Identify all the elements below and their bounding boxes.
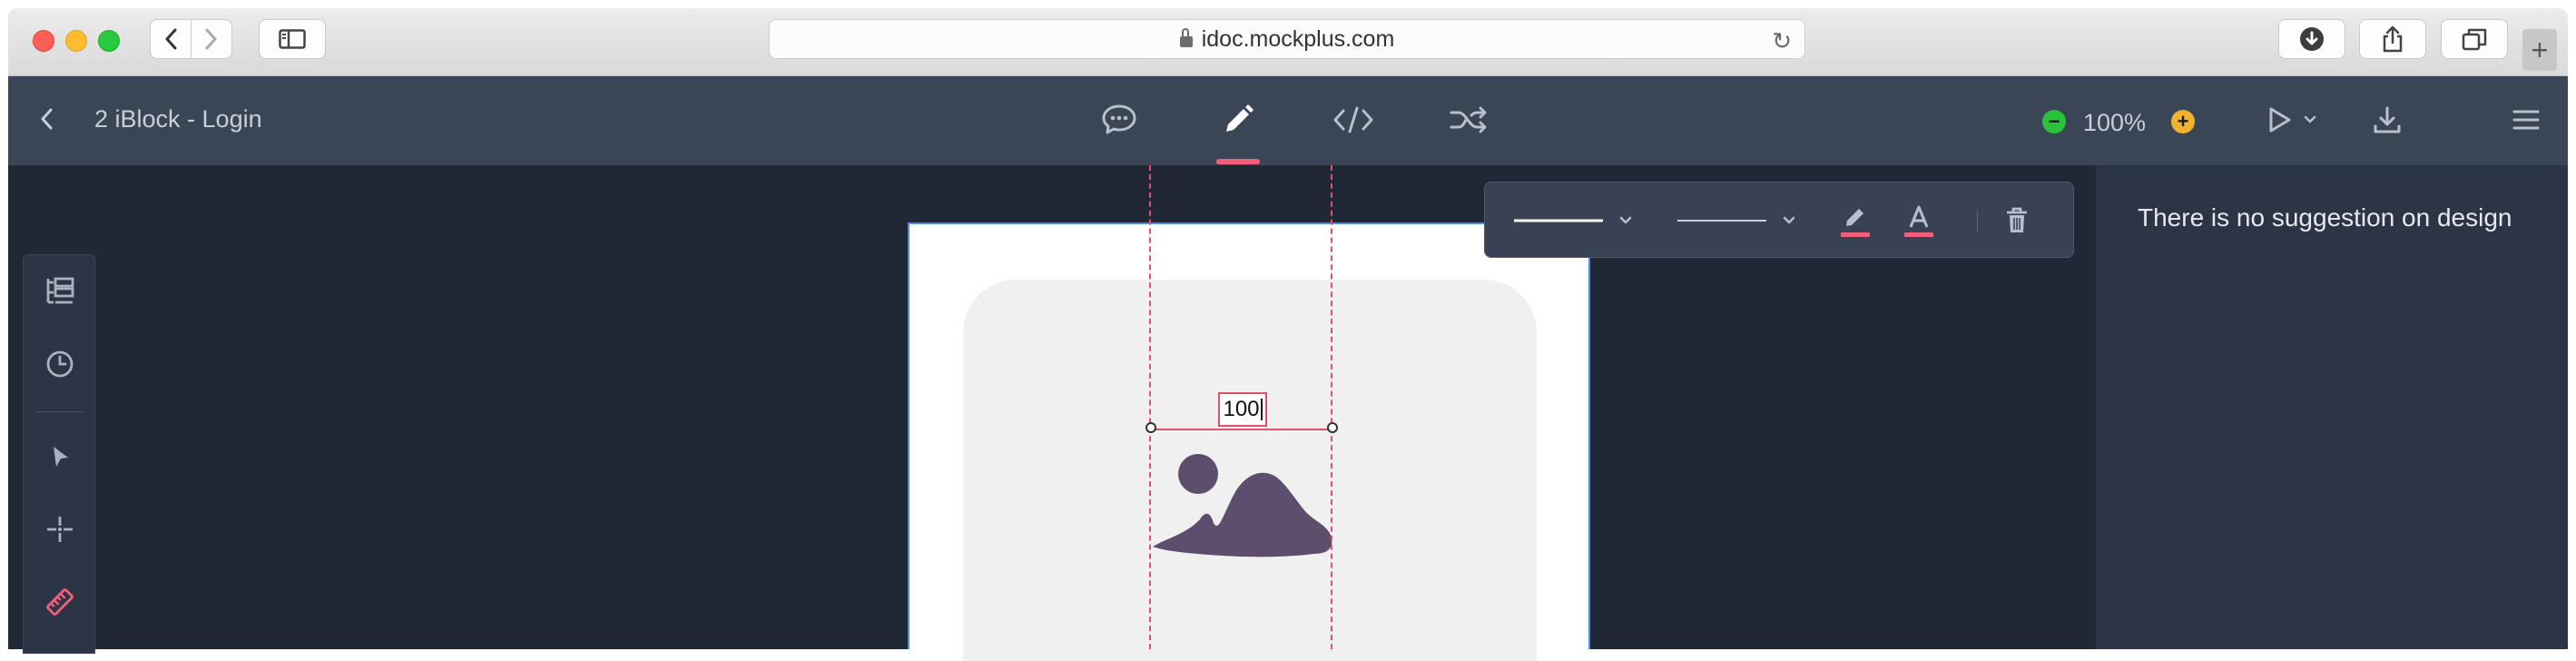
left-toolbar <box>23 254 95 654</box>
measure-handle-left[interactable] <box>1145 422 1156 433</box>
measure-guide-left <box>1149 165 1151 649</box>
browser-window: idoc.mockplus.com ↻ + 2 iBlock - Login −… <box>0 0 2576 661</box>
suggestion-panel: There is no suggestion on design <box>2096 165 2568 649</box>
tab-code[interactable] <box>1332 98 1375 142</box>
tabs-overview-button[interactable] <box>2441 19 2508 59</box>
layers-icon <box>46 277 74 304</box>
url-text: idoc.mockplus.com <box>1201 25 1395 52</box>
crosshair-tool-button[interactable] <box>42 511 78 548</box>
cursor-icon <box>54 447 68 467</box>
minimize-window-button[interactable] <box>65 30 87 52</box>
plus-icon: + <box>2531 33 2549 66</box>
clock-icon <box>46 350 74 378</box>
line-weight-selector[interactable] <box>1512 202 1639 239</box>
image-placeholder-icon <box>1153 454 1332 557</box>
browser-forward-button[interactable] <box>191 19 232 59</box>
tab-flow[interactable] <box>1448 98 1491 142</box>
chat-bubble-icon <box>1102 104 1136 134</box>
line-style-selector[interactable] <box>1676 202 1803 239</box>
stroke-color-button[interactable] <box>1839 202 1872 239</box>
menu-button[interactable] <box>2504 98 2548 142</box>
toolbar-divider <box>1977 210 1978 232</box>
crosshair-icon <box>47 517 73 542</box>
design-canvas-area[interactable]: 100 <box>8 165 2096 661</box>
annotation-toolbar <box>1484 182 2074 258</box>
maximize-window-button[interactable] <box>98 30 120 52</box>
zoom-out-button[interactable]: − <box>2042 110 2066 133</box>
history-button[interactable] <box>42 346 78 382</box>
share-button[interactable] <box>2359 19 2426 59</box>
app-header: 2 iBlock - Login − 100% + <box>8 76 2568 165</box>
browser-toolbar: idoc.mockplus.com ↻ <box>8 8 2568 76</box>
sidebar-icon <box>279 29 306 49</box>
chevron-down-icon <box>2304 115 2316 123</box>
line-style-icon <box>1677 216 1795 224</box>
play-icon <box>2269 107 2291 133</box>
pencil-icon <box>1226 104 1254 132</box>
back-button[interactable] <box>39 107 54 131</box>
downloads-button[interactable] <box>2278 19 2345 59</box>
pencil-color-icon <box>1841 209 1870 237</box>
share-icon <box>2383 25 2403 53</box>
line-weight-icon <box>1514 216 1632 224</box>
zoom-in-button[interactable]: + <box>2171 110 2195 133</box>
plus-icon: + <box>2177 110 2189 133</box>
chevron-right-icon <box>205 28 217 50</box>
measure-guide-right <box>1331 165 1332 649</box>
text-color-button[interactable] <box>1903 202 1935 239</box>
suggestion-message: There is no suggestion on design <box>2138 203 2512 232</box>
toolbar-divider <box>36 411 84 412</box>
address-bar[interactable]: idoc.mockplus.com ↻ <box>769 19 1805 59</box>
ruler-icon <box>46 588 74 616</box>
tab-comment[interactable] <box>1097 98 1141 142</box>
chevron-left-icon <box>165 28 177 50</box>
active-tab-indicator <box>1216 159 1260 164</box>
chevron-left-icon <box>41 108 53 130</box>
code-icon <box>1333 106 1373 133</box>
reload-icon[interactable]: ↻ <box>1772 27 1792 55</box>
tab-design[interactable] <box>1216 98 1260 142</box>
measure-line <box>1151 429 1332 430</box>
preview-button[interactable] <box>2257 98 2301 142</box>
measurement-value: 100 <box>1223 397 1260 421</box>
measure-tool-button[interactable] <box>42 584 78 620</box>
close-window-button[interactable] <box>33 30 54 52</box>
new-tab-button[interactable]: + <box>2522 29 2557 71</box>
tabs-icon <box>2462 28 2487 51</box>
trash-icon <box>2007 207 2027 232</box>
page-title: 2 iBlock - Login <box>94 105 262 133</box>
shuffle-icon <box>1450 106 1487 133</box>
download-icon <box>2374 106 2401 133</box>
layers-button[interactable] <box>42 273 78 310</box>
lock-icon <box>1179 28 1193 47</box>
download-circle-icon <box>2300 27 2324 51</box>
zoom-level: 100% <box>2083 109 2147 136</box>
select-tool-button[interactable] <box>42 439 78 475</box>
sidebar-toggle-button[interactable] <box>259 19 326 59</box>
minus-icon: − <box>2048 110 2060 133</box>
measurement-input[interactable]: 100 <box>1218 392 1267 427</box>
preview-dropdown-button[interactable] <box>2299 98 2321 142</box>
browser-back-button[interactable] <box>150 19 192 59</box>
text-color-icon <box>1904 205 1933 237</box>
measure-handle-right[interactable] <box>1327 422 1338 433</box>
text-caret <box>1260 399 1263 420</box>
download-button[interactable] <box>2365 98 2409 142</box>
delete-button[interactable] <box>2004 202 2030 239</box>
hamburger-menu-icon <box>2512 110 2540 130</box>
